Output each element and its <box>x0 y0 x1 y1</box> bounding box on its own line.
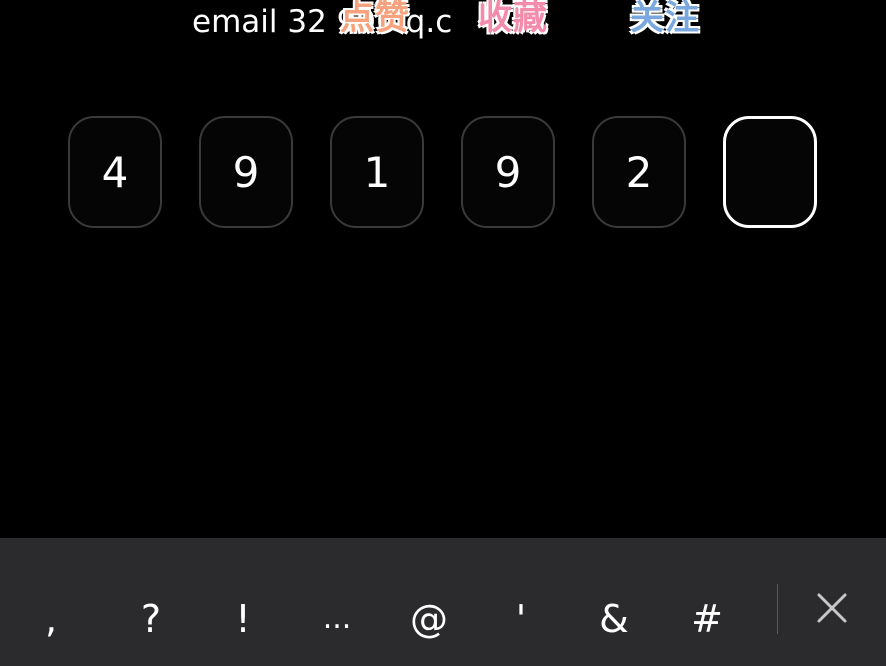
otp-digit-5[interactable]: 2 <box>592 116 686 228</box>
key-ellipsis[interactable]: ... <box>307 594 367 644</box>
otp-digit-2[interactable]: 9 <box>199 116 293 228</box>
otp-digit-4[interactable]: 9 <box>461 116 555 228</box>
key-apostrophe[interactable]: ' <box>491 594 551 644</box>
key-hash[interactable]: # <box>677 594 737 644</box>
close-icon[interactable] <box>814 590 850 626</box>
favorite-sticker: 收藏 <box>478 0 548 38</box>
symbol-keyboard-bar: , ? ! ... @ ' & # <box>0 538 886 666</box>
keyboard-divider <box>777 584 778 634</box>
follow-sticker: 关注 <box>630 0 700 38</box>
key-ampersand[interactable]: & <box>584 594 644 644</box>
key-at[interactable]: @ <box>399 594 459 644</box>
key-question[interactable]: ? <box>121 594 181 644</box>
email-label: email 32 990 q.c <box>192 4 453 40</box>
otp-digit-3[interactable]: 1 <box>330 116 424 228</box>
otp-digit-6[interactable] <box>723 116 817 228</box>
key-exclamation[interactable]: ! <box>213 594 273 644</box>
key-comma[interactable]: , <box>21 594 81 644</box>
otp-digit-1[interactable]: 4 <box>68 116 162 228</box>
